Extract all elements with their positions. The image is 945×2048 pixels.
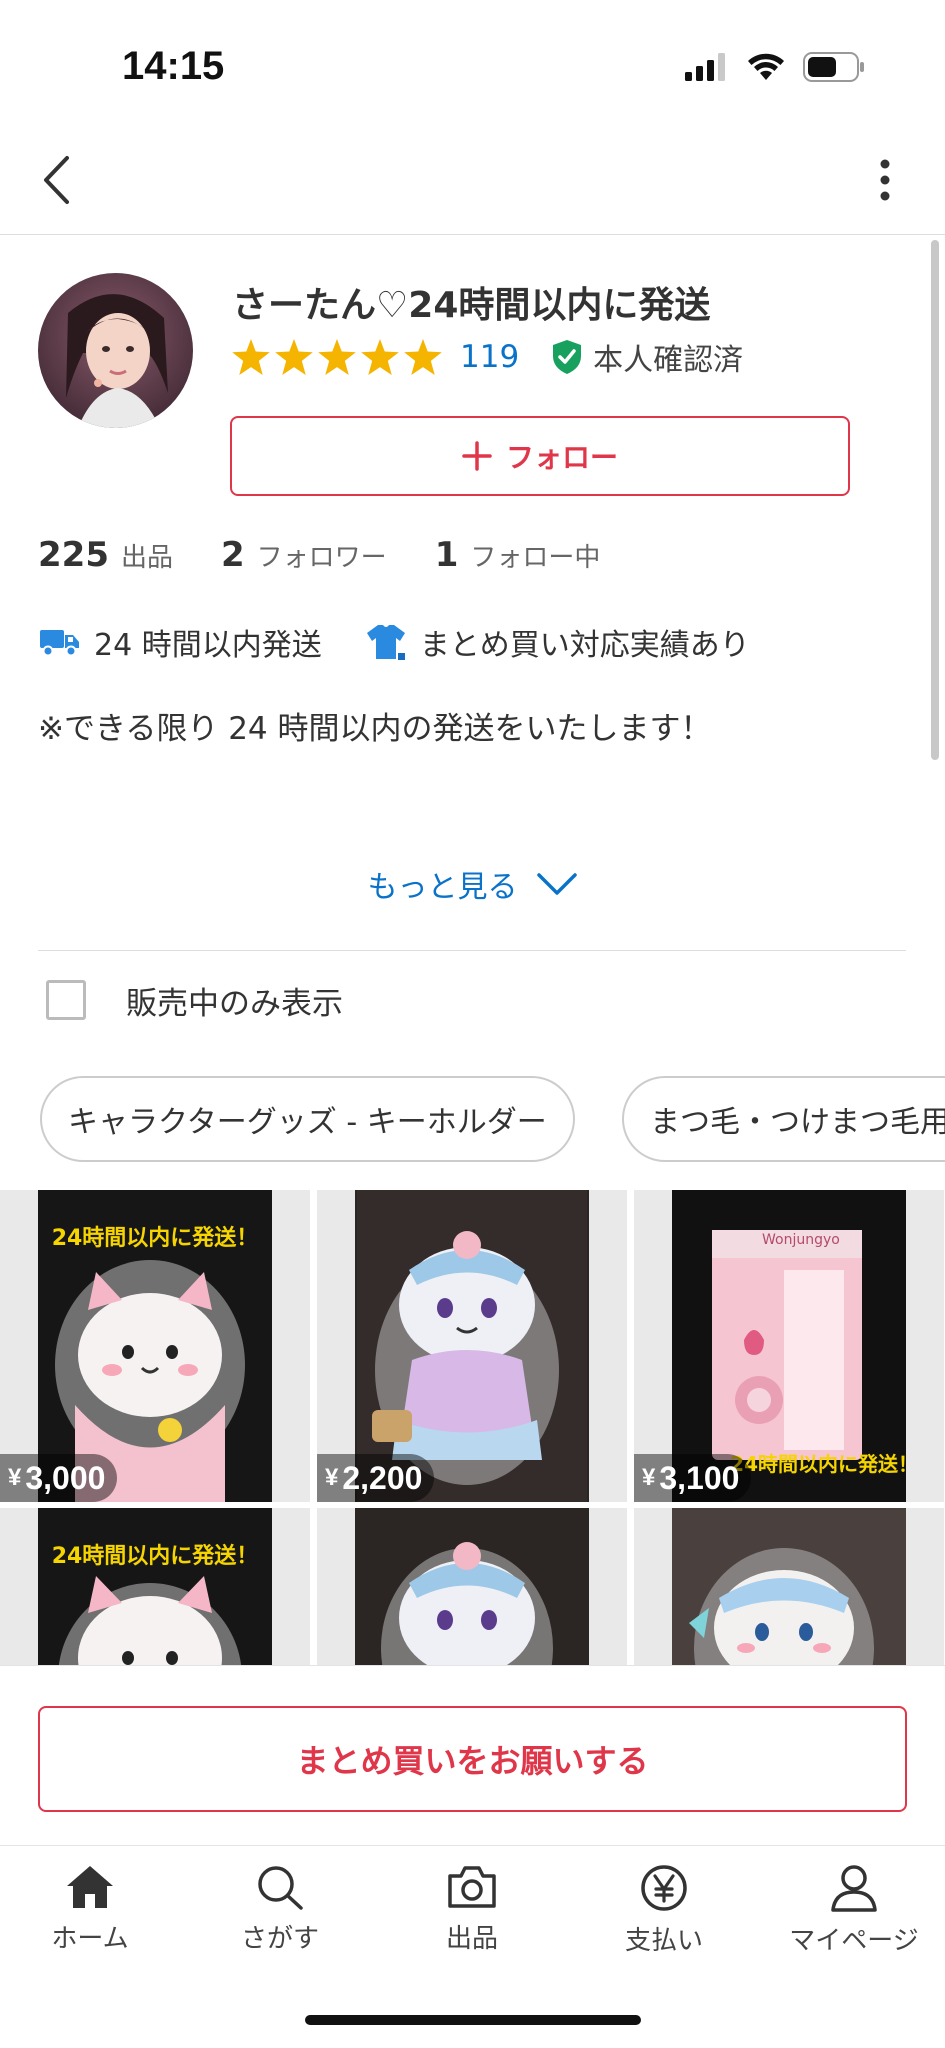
product-price: ¥ 2,200 xyxy=(317,1454,435,1502)
star-rating xyxy=(232,339,442,375)
person-icon xyxy=(831,1865,877,1912)
on-sale-filter-label[interactable]: 販売中のみ表示 xyxy=(126,978,343,1023)
cellular-signal-icon xyxy=(685,53,725,81)
show-more-label: もっと見る xyxy=(367,870,518,905)
product-grid: 24時間以内に発送！ ¥ 3,000 ¥ 2,200 Wonjungyo 24時… xyxy=(0,1190,945,1665)
product-tile[interactable]: Wonjungyo 24時間以内に発送！ ¥ 3,100 xyxy=(634,1190,944,1502)
tab-payment-label: 支払い xyxy=(624,1926,703,1956)
tab-mypage-label: マイページ xyxy=(789,1926,919,1956)
currency-symbol: ¥ xyxy=(325,1464,339,1491)
fast-shipping-badge: 24 時間以内発送 xyxy=(40,620,322,664)
follower-count[interactable]: 2 xyxy=(221,535,245,575)
bulk-purchase-request-button[interactable]: まとめ買いをお願いする xyxy=(38,1706,907,1812)
bulk-purchase-badge: まとめ買い対応実績あり xyxy=(366,620,750,664)
following-count[interactable]: 1 xyxy=(435,535,459,575)
yen-icon xyxy=(641,1865,687,1911)
price-value: 3,100 xyxy=(659,1459,740,1496)
show-more-link[interactable]: もっと見る xyxy=(0,862,945,906)
tab-search-label: さがす xyxy=(240,1924,319,1954)
following-count-label[interactable]: フォロー中 xyxy=(470,537,600,574)
package-brand-text: Wonjungyo xyxy=(762,1232,840,1248)
price-value: 2,200 xyxy=(342,1459,423,1496)
fast-shipping-label: 24 時間以内発送 xyxy=(94,628,322,663)
tab-search[interactable]: さがす xyxy=(200,1864,360,1955)
section-divider xyxy=(38,950,906,951)
listing-count-label: 出品 xyxy=(120,543,173,573)
product-banner-text: 24時間以内に発送！ xyxy=(51,1544,259,1569)
on-sale-checkbox[interactable] xyxy=(46,980,86,1020)
seller-stats: 225 出品 2 フォロワー 1 フォロー中 xyxy=(38,535,648,575)
shirt-icon xyxy=(366,625,405,660)
bottom-tab-bar: ホーム さがす 出品 支払い マイページ xyxy=(0,1845,945,2048)
status-icons xyxy=(685,52,865,82)
verified-label: 本人確認済 xyxy=(593,343,744,378)
truck-icon xyxy=(40,630,79,657)
chevron-down-icon xyxy=(536,873,577,895)
product-price: ¥ 3,100 xyxy=(634,1454,752,1502)
product-tile[interactable] xyxy=(317,1508,627,1665)
tab-home-label: ホーム xyxy=(51,1924,129,1954)
star-icon xyxy=(232,339,270,375)
more-vertical-icon xyxy=(880,159,890,201)
back-button[interactable] xyxy=(26,150,86,210)
camera-icon xyxy=(448,1866,496,1908)
tab-payment[interactable]: 支払い xyxy=(584,1864,744,1957)
product-image xyxy=(317,1508,627,1665)
seller-avatar[interactable] xyxy=(38,273,193,428)
verified-badge: 本人確認済 xyxy=(551,335,743,379)
follow-button-label: フォロー xyxy=(505,441,618,474)
category-chips: キャラクターグッズ - キーホルダー まつ毛・つけまつ毛用品 xyxy=(40,1076,945,1162)
category-chip[interactable]: キャラクターグッズ - キーホルダー xyxy=(40,1076,575,1162)
price-value: 3,000 xyxy=(25,1459,106,1496)
tab-sell-label: 出品 xyxy=(445,1924,498,1954)
home-icon xyxy=(67,1866,113,1908)
seller-name: さーたん♡24時間以内に発送 xyxy=(232,285,711,326)
rating-row[interactable]: 119 本人確認済 xyxy=(232,335,743,379)
seller-badges: 24 時間以内発送 まとめ買い対応実績あり xyxy=(40,617,794,667)
more-options-button[interactable] xyxy=(855,150,915,210)
follower-count-label[interactable]: フォロワー xyxy=(257,537,387,574)
product-tile[interactable]: 24時間以内に発送！ ¥ 3,000 xyxy=(0,1190,310,1502)
product-image xyxy=(634,1508,944,1665)
scroll-indicator[interactable] xyxy=(931,240,939,760)
bulk-request-area: まとめ買いをお願いする xyxy=(0,1665,945,1845)
product-tile[interactable] xyxy=(634,1508,944,1665)
rating-count-link[interactable]: 119 xyxy=(460,339,519,375)
category-chip[interactable]: まつ毛・つけまつ毛用品 xyxy=(622,1076,945,1162)
tab-sell[interactable]: 出品 xyxy=(392,1864,552,1955)
on-sale-filter[interactable]: 販売中のみ表示 xyxy=(46,978,343,1022)
follow-button[interactable]: フォロー xyxy=(230,416,850,496)
battery-icon xyxy=(803,52,864,82)
currency-symbol: ¥ xyxy=(642,1464,656,1491)
status-bar: 14:15 xyxy=(0,0,945,130)
star-icon xyxy=(404,339,442,375)
bulk-purchase-label: まとめ買い対応実績あり xyxy=(419,628,750,663)
currency-symbol: ¥ xyxy=(8,1464,22,1491)
navigation-bar xyxy=(0,130,945,235)
plus-icon xyxy=(462,441,492,471)
verified-shield-icon xyxy=(553,340,582,374)
product-tile[interactable]: 24時間以内に発送！ xyxy=(0,1508,310,1665)
tab-mypage[interactable]: マイページ xyxy=(774,1864,934,1957)
star-icon xyxy=(275,339,313,375)
search-icon xyxy=(258,1866,303,1910)
home-indicator xyxy=(305,2015,641,2025)
tab-home[interactable]: ホーム xyxy=(10,1864,170,1955)
product-tile[interactable]: ¥ 2,200 xyxy=(317,1190,627,1502)
wifi-icon xyxy=(748,53,784,80)
product-image xyxy=(0,1508,310,1665)
star-icon xyxy=(361,339,399,375)
chevron-left-icon xyxy=(44,156,69,204)
star-icon xyxy=(318,339,356,375)
avatar-photo xyxy=(38,273,193,428)
product-price: ¥ 3,000 xyxy=(0,1454,118,1502)
status-time: 14:15 xyxy=(122,44,225,88)
product-banner-text: 24時間以内に発送！ xyxy=(51,1226,259,1251)
listing-count: 225 xyxy=(38,535,109,575)
seller-description: ※できる限り 24 時間以内の発送をいたします！ xyxy=(38,711,712,747)
